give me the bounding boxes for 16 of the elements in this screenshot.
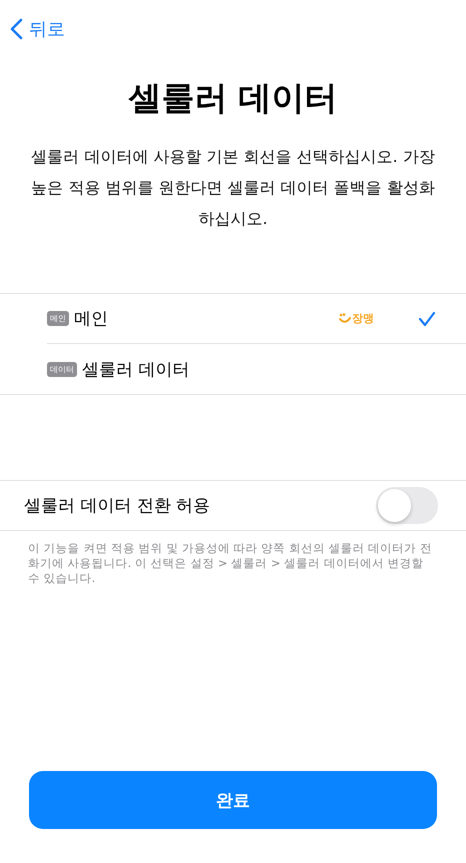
back-button[interactable]: 뒤로 (10, 17, 65, 41)
line-row[interactable]: 데이터 셀룰러 데이터 (47, 344, 466, 394)
toggle-switch[interactable] (376, 487, 438, 524)
line-badge: 데이터 (47, 362, 77, 376)
line-label: 메인 (74, 308, 109, 330)
line-label: 셀룰러 데이터 (82, 358, 190, 380)
done-button[interactable]: 완료 (29, 771, 437, 829)
page-title: 셀룰러 데이터 (127, 77, 339, 119)
carrier-logo: 장맹 (338, 311, 374, 326)
description-text: 셀룰러 데이터에 사용할 기본 회선을 선택하십시오. 가장 높은 적용 범위를 원한다면 셀룰러 데이터 폴백을 활성화하십시오. (30, 146, 436, 230)
checkmark-icon (418, 310, 436, 326)
footnote-text: 이 기능을 켜면 적용 범위 및 가용성에 따라 양쪽 회선의 셀룰러 데이터가 전화기에 사용됩니다. 이 선택은 설정 > 셀룰러 > 셀룰러 데이터에서 변경할 수 있습니다. (28, 541, 433, 586)
chevron-left-icon (10, 18, 23, 40)
line-badge: 메인 (47, 311, 69, 326)
switch-label: 셀룰러 데이터 전환 허용 (24, 495, 212, 517)
line-row[interactable]: 메인 메인 장맹 (47, 294, 466, 344)
